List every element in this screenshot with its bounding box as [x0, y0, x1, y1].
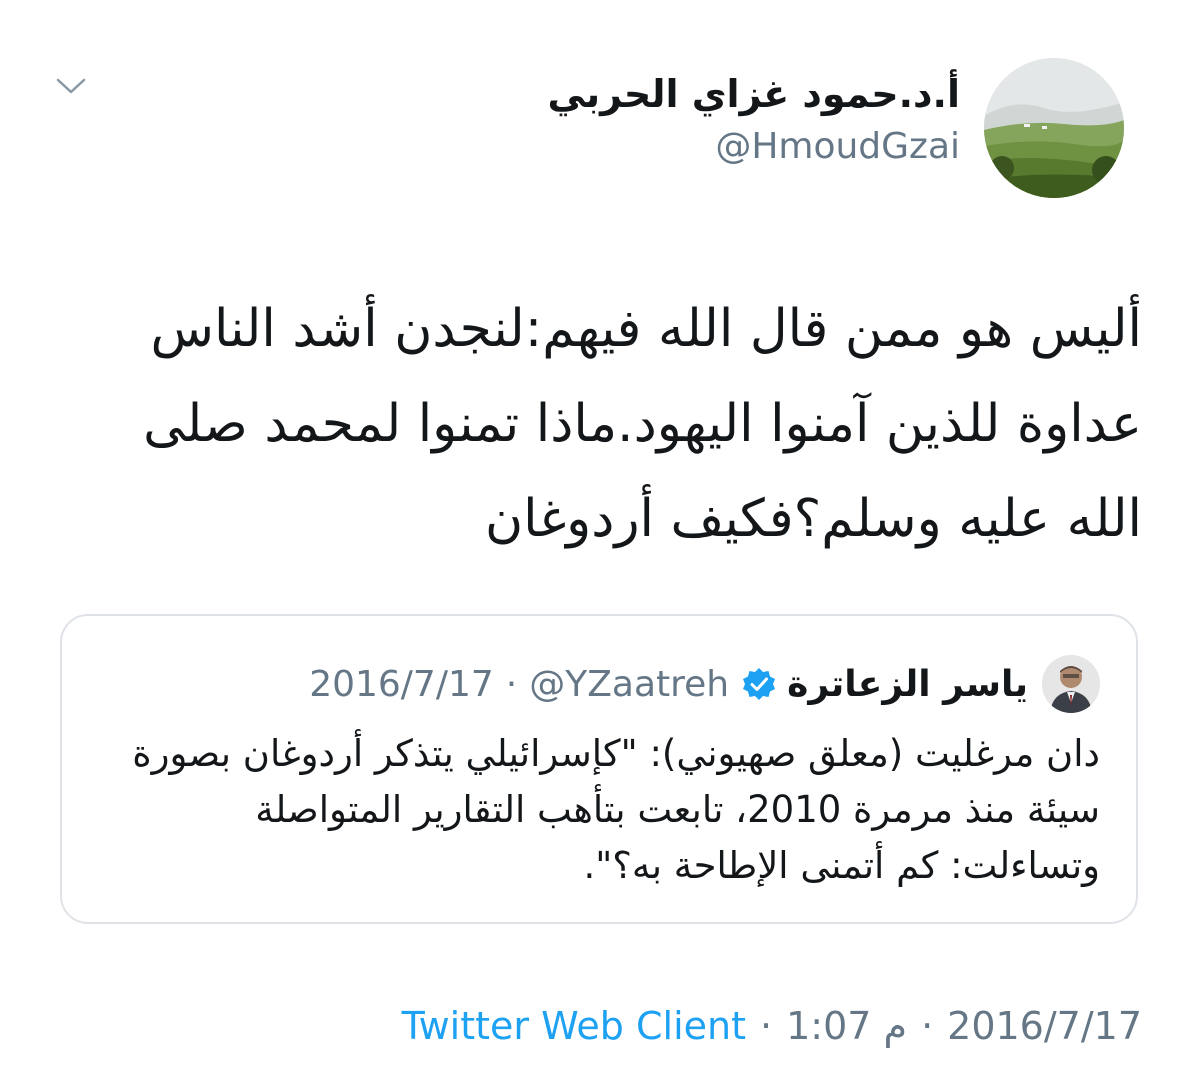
verified-badge-icon — [741, 666, 777, 702]
tweet-text: أليس هو ممن قال الله فيهم:لنجدن أشد النا… — [143, 299, 1142, 549]
quoted-date: 2016/7/17 — [309, 663, 494, 705]
author-avatar[interactable] — [984, 58, 1124, 198]
quoted-author-avatar — [1042, 655, 1100, 713]
meta-separator: · — [921, 1004, 934, 1048]
author-name[interactable]: أ.د.حمود غزاي الحربي — [547, 72, 960, 116]
author-handle[interactable]: @HmoudGzai — [715, 126, 960, 167]
meta-separator: · — [760, 1004, 773, 1048]
tweet-time[interactable]: 1:07 م — [786, 1004, 907, 1048]
quoted-author-name: ياسر الزعاترة — [787, 663, 1028, 705]
tweet-date[interactable]: 2016/7/17 — [947, 1004, 1142, 1048]
quoted-tweet-card[interactable]: ياسر الزعاترة @YZaatreh · 2016/7/17 دان … — [60, 614, 1138, 924]
quoted-author-handle: @YZaatreh — [529, 663, 730, 705]
quoted-tweet-text: دان مرغليت (معلق صهيوني): "كإسرائيلي يتذ… — [132, 732, 1100, 887]
landscape-avatar-icon — [984, 58, 1124, 198]
quoted-tweet-header: ياسر الزعاترة @YZaatreh · 2016/7/17 — [309, 652, 1100, 716]
quoted-separator: · — [505, 663, 518, 705]
chevron-down-icon[interactable] — [54, 74, 88, 98]
tweet-meta: 2016/7/17 · 1:07 م · Twitter Web Client — [402, 1004, 1142, 1048]
tweet-client-link[interactable]: Twitter Web Client — [402, 1004, 746, 1048]
